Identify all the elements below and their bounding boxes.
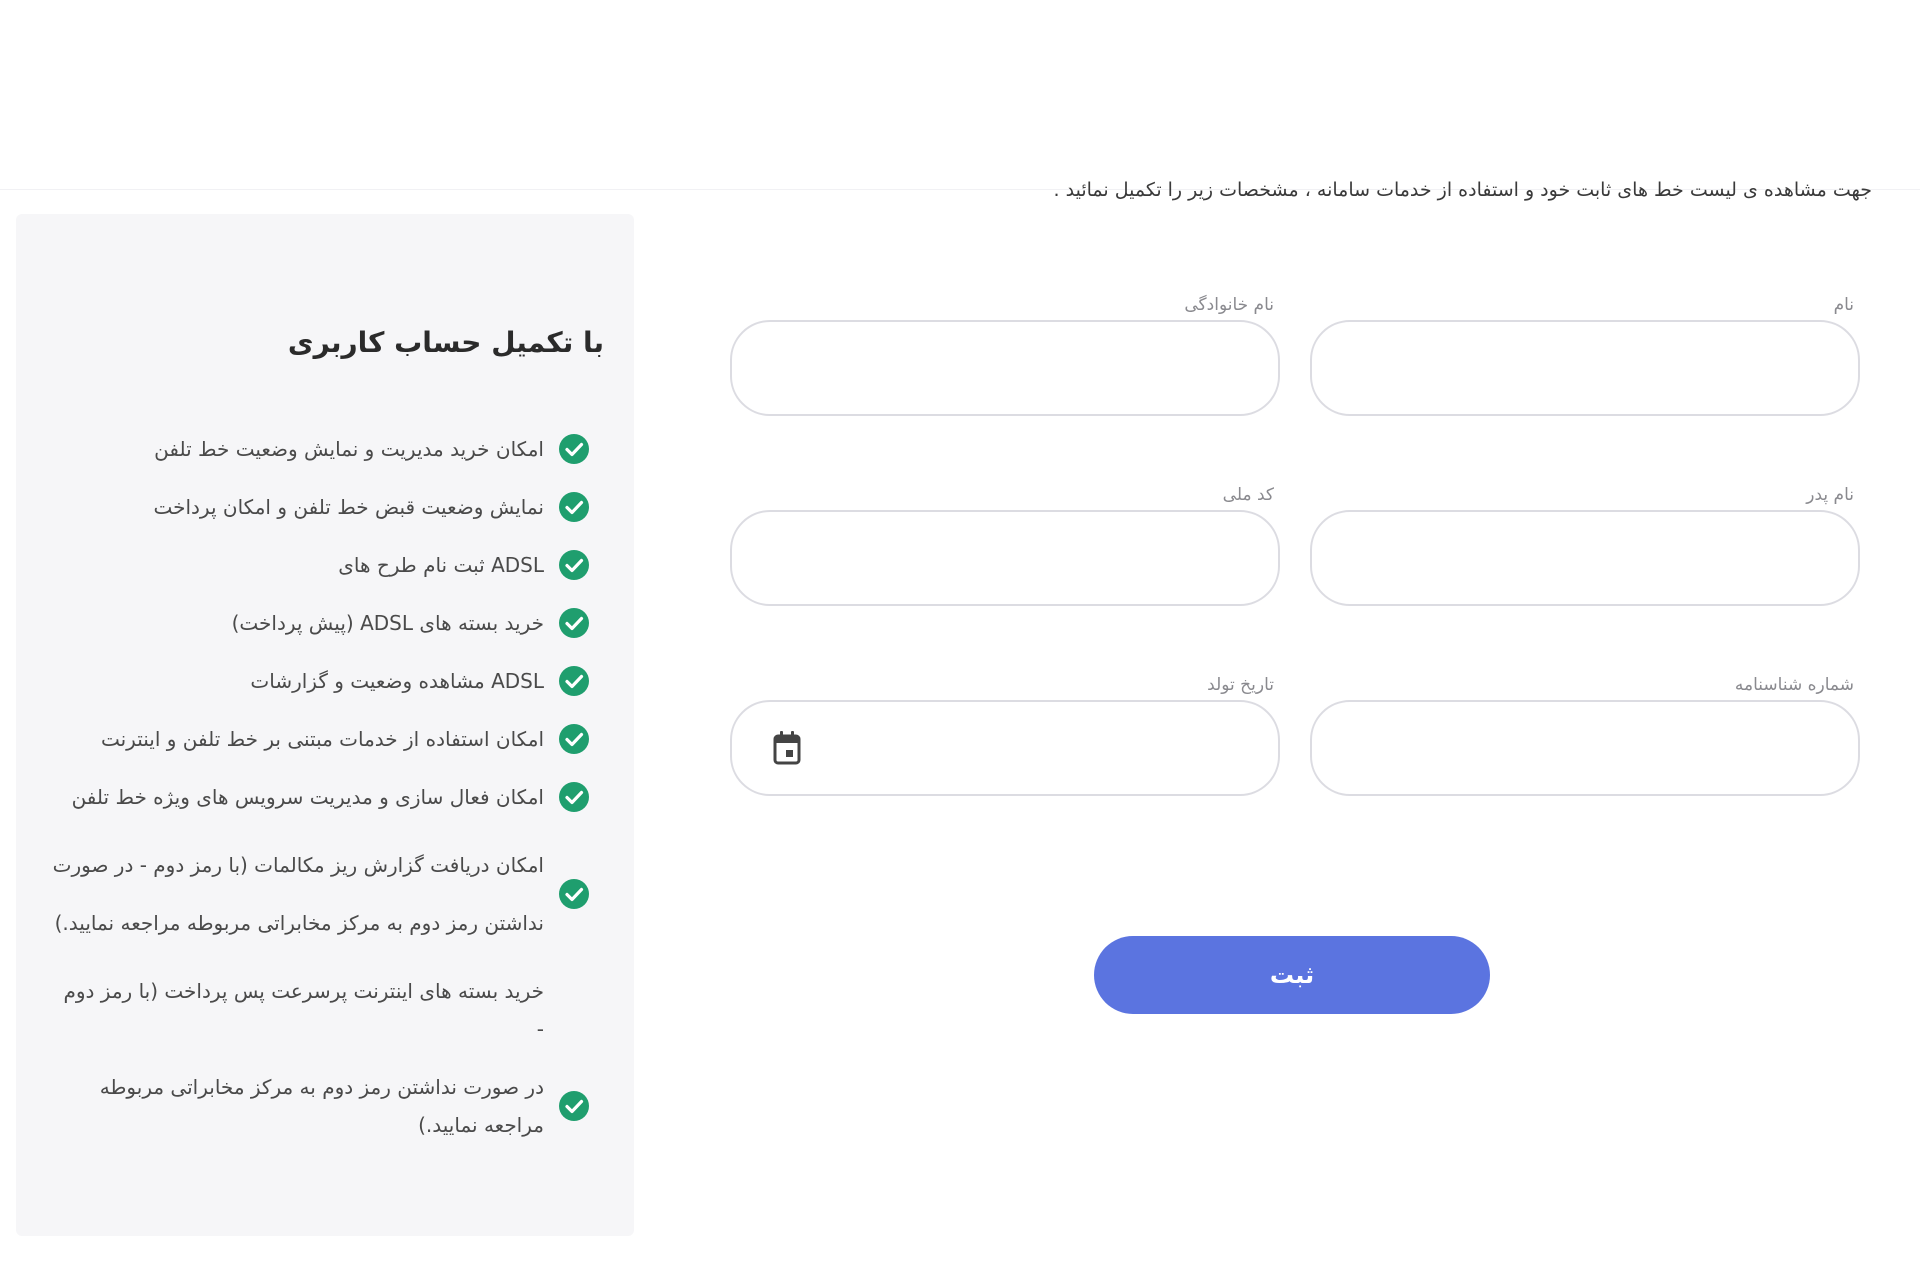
first-name-label: نام — [1833, 295, 1854, 315]
benefit-item: خرید بسته های ADSL (پیش پرداخت) — [50, 604, 590, 642]
birth-date-label: تاریخ تولد — [1207, 675, 1274, 695]
benefit-text: نمایش وضعیت قبض خط تلفن و امکان پرداخت — [153, 495, 544, 519]
check-circle-icon — [559, 724, 589, 754]
benefit-item: ADSL ثبت نام طرح های — [50, 546, 590, 584]
first-name-input[interactable] — [1310, 320, 1860, 416]
father-name-field-group: نام پدر — [1310, 480, 1860, 606]
father-name-label: نام پدر — [1806, 485, 1854, 505]
birth-date-wrapper — [730, 700, 1280, 796]
calendar-icon[interactable] — [772, 730, 802, 766]
check-circle-icon — [559, 782, 589, 812]
national-code-field-group: کد ملی — [730, 480, 1280, 606]
account-benefits-panel: با تکمیل حساب کاربری امکان خرید مدیریت و… — [16, 214, 634, 1236]
benefits-title: با تکمیل حساب کاربری — [287, 326, 604, 359]
benefit-item: ADSL مشاهده وضعیت و گزارشات — [50, 662, 590, 700]
check-circle-icon — [559, 608, 589, 638]
benefit-text: ADSL مشاهده وضعیت و گزارشات — [250, 669, 544, 693]
benefit-item: امکان دریافت گزارش ریز مکالمات (با رمز د… — [50, 836, 590, 952]
benefit-text: امکان خرید مدیریت و نمایش وضعیت خط تلفن — [154, 437, 544, 461]
benefit-text: امکان دریافت گزارش ریز مکالمات (با رمز د… — [52, 853, 544, 935]
benefit-text: امکان استفاده از خدمات مبتنی بر خط تلفن … — [100, 727, 544, 751]
birth-date-field-group: تاریخ تولد — [730, 670, 1280, 796]
benefit-text: در صورت نداشتن رمز دوم به مرکز مخابراتی … — [99, 1075, 544, 1137]
father-name-input[interactable] — [1310, 510, 1860, 606]
id-number-input[interactable] — [1310, 700, 1860, 796]
first-name-field-group: نام — [1310, 290, 1860, 416]
check-circle-icon — [559, 1091, 589, 1121]
benefit-item: امکان فعال سازی و مدیریت سرویس های ویژه … — [50, 778, 590, 816]
top-header-area — [0, 0, 1920, 190]
intro-instruction-text: جهت مشاهده ی لیست خط های ثابت خود و استف… — [1053, 179, 1872, 201]
last-name-field-group: نام خانوادگی — [730, 290, 1280, 416]
benefit-text: خرید بسته های اینترنت پرسرعت پس پرداخت (… — [63, 979, 545, 1041]
submit-button[interactable]: ثبت — [1094, 936, 1490, 1014]
check-circle-icon — [559, 434, 589, 464]
id-number-label: شماره شناسنامه — [1734, 675, 1854, 695]
profile-form: نام نام خانوادگی نام پدر کد ملی شماره شن… — [720, 290, 1860, 850]
benefit-item: در صورت نداشتن رمز دوم به مرکز مخابراتی … — [50, 1068, 590, 1144]
benefit-item: امکان استفاده از خدمات مبتنی بر خط تلفن … — [50, 720, 590, 758]
birth-date-input[interactable] — [730, 700, 1280, 796]
check-circle-icon — [559, 666, 589, 696]
benefit-text: خرید بسته های ADSL (پیش پرداخت) — [231, 611, 544, 635]
benefit-item: نمایش وضعیت قبض خط تلفن و امکان پرداخت — [50, 488, 590, 526]
national-code-label: کد ملی — [1222, 485, 1274, 505]
benefit-text: ADSL ثبت نام طرح های — [338, 553, 544, 577]
national-code-input[interactable] — [730, 510, 1280, 606]
check-circle-icon — [559, 879, 589, 909]
last-name-label: نام خانوادگی — [1184, 295, 1274, 315]
benefits-list: امکان خرید مدیریت و نمایش وضعیت خط تلفن ن… — [50, 430, 590, 1164]
benefit-item: خرید بسته های اینترنت پرسرعت پس پرداخت (… — [50, 972, 590, 1048]
check-circle-icon — [559, 492, 589, 522]
benefit-text: امکان فعال سازی و مدیریت سرویس های ویژه … — [71, 785, 544, 809]
check-circle-icon — [559, 550, 589, 580]
benefit-item: امکان خرید مدیریت و نمایش وضعیت خط تلفن — [50, 430, 590, 468]
id-number-field-group: شماره شناسنامه — [1310, 670, 1860, 796]
last-name-input[interactable] — [730, 320, 1280, 416]
